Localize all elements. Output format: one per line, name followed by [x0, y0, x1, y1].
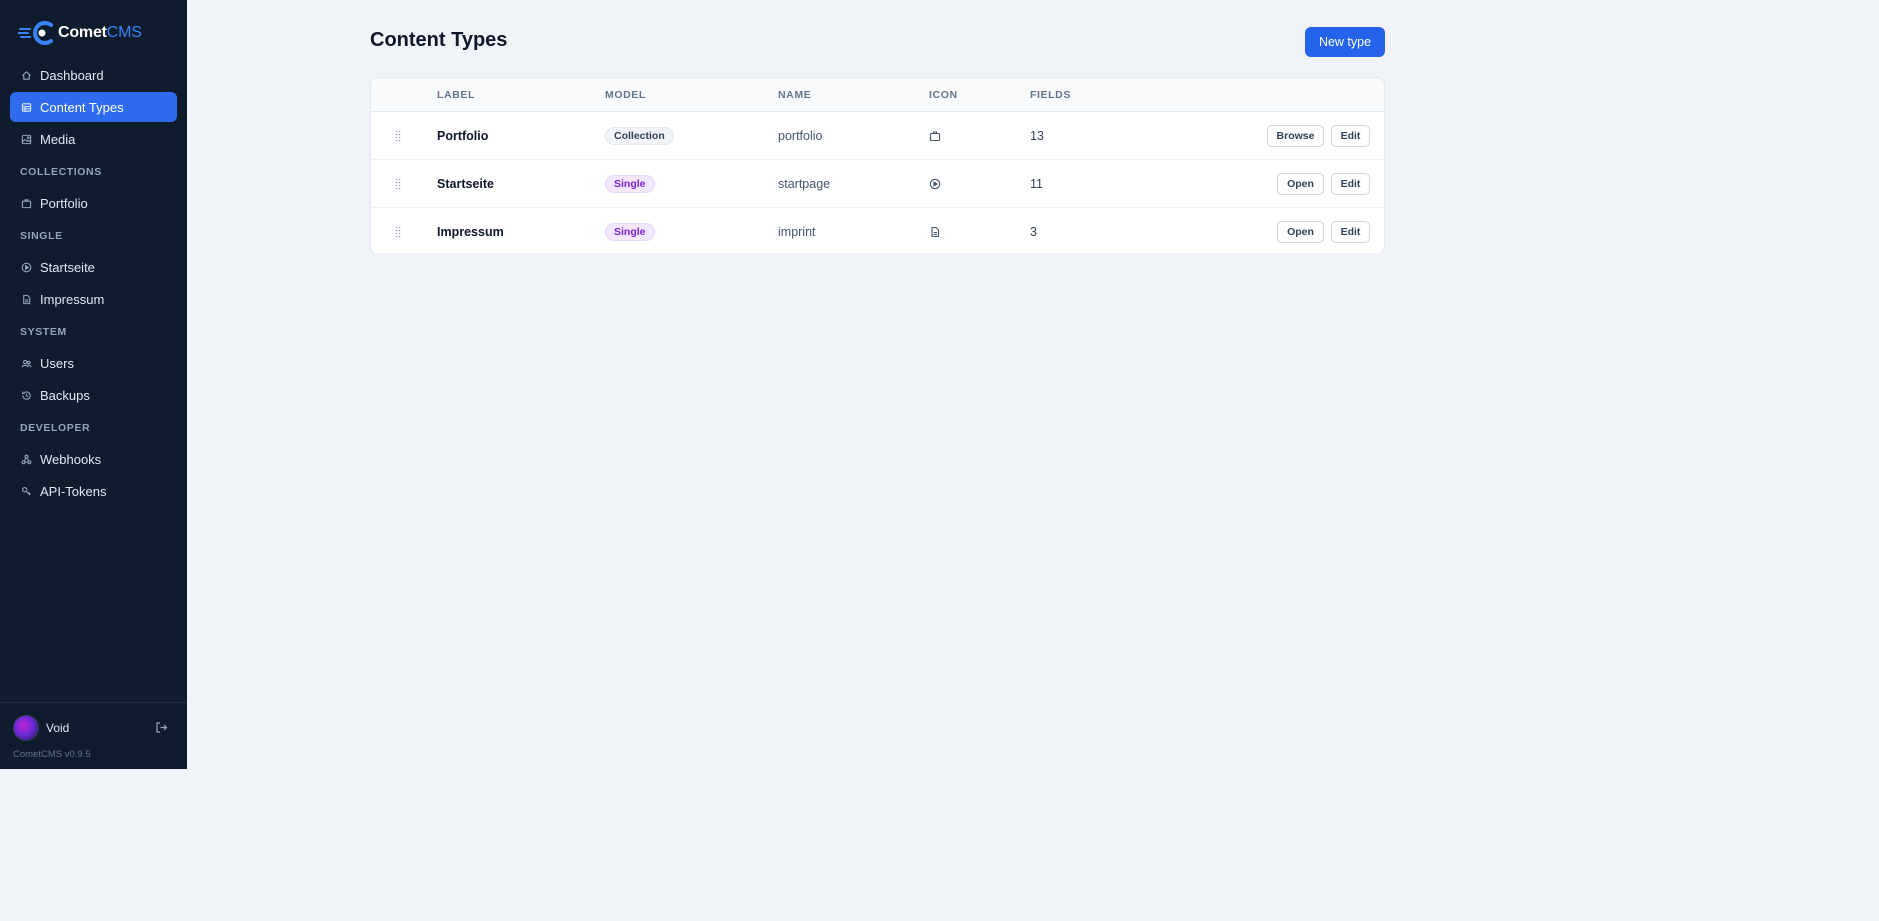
row-name: portfolio [778, 128, 823, 143]
row-fields-count: 13 [1030, 128, 1044, 143]
table-header: LABEL MODEL NAME ICON FIELDS [371, 78, 1384, 112]
row-name: startpage [778, 176, 831, 191]
row-fields-count: 11 [1030, 176, 1043, 191]
avatar [13, 715, 39, 741]
open-button[interactable]: Open [1277, 221, 1324, 243]
section-title-collections: COLLECTIONS [20, 166, 102, 178]
edit-button[interactable]: Edit [1331, 221, 1370, 243]
row-label: Startseite [437, 176, 494, 191]
sidebar-item-label: API-Tokens [40, 483, 107, 499]
table-icon [21, 102, 32, 113]
sidebar-item-label: Startseite [40, 259, 95, 275]
edit-button[interactable]: Edit [1331, 124, 1370, 147]
section-title-single: SINGLE [20, 230, 63, 242]
briefcase-icon [21, 198, 32, 209]
column-header-model: MODEL [605, 89, 646, 101]
section-title-system: SYSTEM [20, 326, 67, 338]
model-badge: Single [605, 223, 655, 241]
sidebar-item-label: Content Types [40, 99, 124, 115]
page-title: Content Types [370, 29, 508, 51]
comet-logo-icon [17, 20, 54, 46]
sidebar-item-api-tokens[interactable]: API-Tokens [10, 476, 177, 506]
image-icon [21, 134, 32, 145]
drag-handle-icon[interactable] [395, 226, 401, 238]
new-type-button[interactable]: New type [1305, 27, 1385, 57]
model-badge: Single [605, 174, 655, 193]
column-header-name: NAME [778, 89, 812, 101]
key-icon [21, 486, 32, 497]
sidebar-item-webhooks[interactable]: Webhooks [10, 444, 177, 474]
column-header-label: LABEL [437, 89, 475, 101]
user-name: Void [46, 721, 70, 735]
document-icon [21, 294, 32, 305]
document-icon [929, 226, 941, 238]
webhook-icon [21, 454, 32, 465]
sidebar-item-label: Dashboard [40, 67, 104, 83]
app-version: CometCMS v0.9.5 [13, 749, 91, 760]
home-icon [21, 70, 32, 81]
logout-icon[interactable] [155, 721, 168, 734]
open-button[interactable]: Open [1277, 172, 1324, 195]
column-header-icon: ICON [929, 89, 958, 101]
edit-button[interactable]: Edit [1331, 172, 1370, 195]
sidebar-item-label: Backups [40, 387, 90, 403]
model-badge: Collection [605, 126, 674, 145]
briefcase-icon [929, 130, 941, 142]
sidebar: CometCMS Dashboard Content Types Media C… [0, 0, 187, 769]
users-icon [21, 358, 32, 369]
sidebar-item-label: Webhooks [40, 451, 102, 467]
table-row: Portfolio Collection portfolio 13 Browse… [371, 112, 1384, 160]
sidebar-item-startseite[interactable]: Startseite [10, 252, 177, 282]
sidebar-nav: Dashboard Content Types Media COLLECTION… [10, 60, 177, 508]
sidebar-item-backups[interactable]: Backups [10, 380, 177, 410]
play-circle-icon [929, 178, 941, 190]
sidebar-item-impressum[interactable]: Impressum [10, 284, 177, 314]
play-circle-icon [21, 262, 32, 273]
drag-handle-icon[interactable] [395, 130, 401, 142]
sidebar-footer: Void CometCMS v0.9.5 [0, 702, 187, 769]
table-row: Impressum Single imprint 3 Open Edit [371, 208, 1384, 254]
app-logo[interactable]: CometCMS [17, 20, 142, 46]
app-name: CometCMS [58, 24, 142, 41]
sidebar-item-label: Users [40, 355, 74, 371]
table-row: Startseite Single startpage 11 Open Edit [371, 160, 1384, 208]
sidebar-item-content-types[interactable]: Content Types [10, 92, 177, 122]
row-name: imprint [778, 225, 816, 239]
content-types-table: LABEL MODEL NAME ICON FIELDS Portfolio C… [370, 77, 1385, 255]
row-label: Impressum [437, 225, 504, 239]
section-title-developer: DEVELOPER [20, 422, 91, 434]
row-fields-count: 3 [1030, 225, 1037, 239]
sidebar-item-dashboard[interactable]: Dashboard [10, 60, 177, 90]
browse-button[interactable]: Browse [1267, 124, 1324, 147]
history-icon [21, 390, 32, 401]
sidebar-item-portfolio[interactable]: Portfolio [10, 188, 177, 218]
column-header-fields: FIELDS [1030, 89, 1071, 101]
sidebar-item-label: Media [40, 131, 76, 147]
row-label: Portfolio [437, 128, 489, 143]
user-profile[interactable]: Void [13, 715, 69, 741]
drag-handle-icon[interactable] [395, 178, 401, 190]
sidebar-item-users[interactable]: Users [10, 348, 177, 378]
sidebar-item-media[interactable]: Media [10, 124, 177, 154]
sidebar-item-label: Portfolio [40, 195, 88, 211]
sidebar-item-label: Impressum [40, 291, 105, 307]
